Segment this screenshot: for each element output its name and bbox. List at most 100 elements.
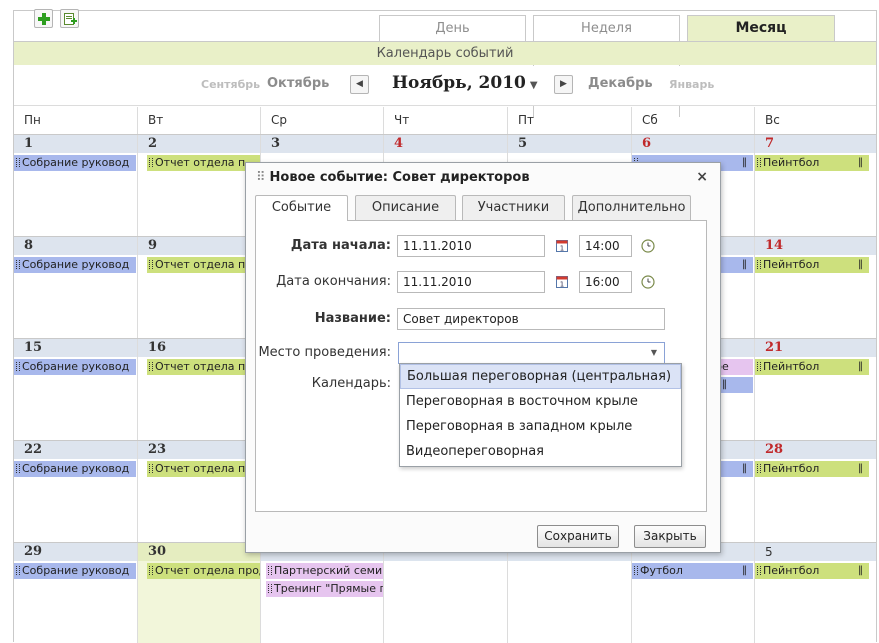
event-seminar[interactable]: Партнерский семин	[266, 563, 383, 579]
weekday-header: Пн Вт Ср Чт Пт Сб Вс	[14, 107, 876, 134]
weekday-tue: Вт	[137, 107, 260, 134]
event-report[interactable]: Отчет отдела п	[147, 155, 260, 171]
current-month-selector[interactable]: Ноябрь, 2010 ▼	[392, 73, 538, 93]
add-event-button[interactable]	[34, 9, 53, 28]
event-meeting[interactable]: Собрание руковод	[14, 563, 136, 579]
calendar-icon[interactable]: 1	[556, 276, 568, 288]
start-time-field[interactable]: 14:00	[579, 235, 632, 257]
event-label: Пейнтбол	[763, 360, 820, 373]
event-meeting[interactable]: Собрание руковод	[14, 155, 136, 171]
day-cell[interactable]: 1	[14, 135, 137, 237]
clock-icon[interactable]	[641, 239, 655, 253]
pause-icon: ‖	[858, 157, 863, 168]
day-cell[interactable]: 22	[14, 441, 137, 543]
event-report[interactable]: Отчет отдела прод	[147, 563, 260, 579]
event-meeting[interactable]: Собрание руковод	[14, 257, 136, 273]
event-report[interactable]: Отчет отдела п	[147, 461, 260, 477]
chevron-left-icon: ◀	[356, 79, 363, 89]
tab-event[interactable]: Событие	[255, 195, 348, 221]
weekday-sat: Сб	[631, 107, 754, 134]
day-cell-today[interactable]: 30	[137, 543, 260, 643]
place-option[interactable]: Переговорная в западном крыле	[400, 414, 681, 439]
next-month-button[interactable]: ▶	[554, 75, 573, 94]
day-cell[interactable]: 7	[754, 135, 876, 237]
tab-month[interactable]: Месяц	[687, 15, 835, 41]
tab-description[interactable]: Описание	[355, 195, 456, 220]
pause-icon: ‖	[742, 463, 747, 474]
place-option[interactable]: Переговорная в восточном крыле	[400, 389, 681, 414]
tab-additional[interactable]: Дополнительно	[572, 195, 691, 220]
event-meeting[interactable]: Собрание руковод	[14, 461, 136, 477]
nav-next2-month[interactable]: Январь	[669, 78, 714, 91]
pause-icon: ‖	[858, 259, 863, 270]
drag-handle-icon[interactable]: ⠿	[256, 170, 266, 185]
day-cell[interactable]	[507, 543, 631, 643]
event-paintball[interactable]: Пейнтбол ‖	[755, 461, 869, 477]
event-paintball[interactable]: Пейнтбол ‖	[755, 257, 869, 273]
start-date-field[interactable]: 11.11.2010	[397, 235, 545, 257]
day-number: 22	[14, 441, 137, 459]
weekday-thu: Чт	[383, 107, 507, 134]
day-cell[interactable]: 29	[14, 543, 137, 643]
weekday-wed: Ср	[260, 107, 383, 134]
day-cell[interactable]: 2	[137, 135, 260, 237]
place-option[interactable]: Видеопереговорная	[400, 439, 681, 464]
close-button[interactable]: Закрыть	[634, 525, 706, 548]
calendar-label: Календарь:	[311, 376, 391, 391]
day-cell[interactable]: 23	[137, 441, 260, 543]
event-paintball[interactable]: Пейнтбол ‖	[755, 563, 869, 579]
event-label: Пейнтбол	[763, 462, 820, 475]
day-cell[interactable]: 28	[754, 441, 876, 543]
day-cell[interactable]: 16	[137, 339, 260, 441]
day-number: 5	[508, 135, 631, 153]
close-icon[interactable]: ×	[696, 163, 708, 192]
event-label: Пейнтбол	[763, 258, 820, 271]
add-document-button[interactable]	[60, 9, 79, 28]
save-button[interactable]: Сохранить	[537, 525, 619, 548]
weekday-mon: Пн	[24, 113, 41, 127]
nav-next-month[interactable]: Декабрь	[588, 76, 653, 91]
event-training[interactable]: Тренинг "Прямые п	[266, 581, 383, 597]
day-cell[interactable]: 9	[137, 237, 260, 339]
clock-icon[interactable]	[641, 275, 655, 289]
name-field[interactable]: Совет директоров	[397, 308, 665, 330]
day-cell[interactable]	[383, 543, 507, 643]
day-number: 4	[384, 135, 507, 153]
nav-prev2-month[interactable]: Сентябрь	[201, 78, 260, 91]
prev-month-button[interactable]: ◀	[350, 75, 369, 94]
current-month-label: Ноябрь, 2010	[392, 73, 526, 93]
tab-participants[interactable]: Участники	[462, 195, 565, 220]
dialog-header[interactable]: ⠿ Новое событие: Совет директоров ×	[246, 163, 720, 193]
event-meeting[interactable]: Собрание руковод	[14, 359, 136, 375]
place-option[interactable]: Большая переговорная (центральная)	[400, 364, 681, 389]
day-number: 14	[755, 237, 876, 255]
event-report[interactable]: Отчет отдела п	[147, 359, 260, 375]
calendar-icon[interactable]: 1	[556, 240, 568, 252]
svg-text:1: 1	[560, 281, 564, 289]
day-number: 23	[138, 441, 260, 459]
event-paintball[interactable]: Пейнтбол ‖	[755, 359, 869, 375]
end-date-field[interactable]: 11.11.2010	[397, 271, 545, 293]
svg-text:1: 1	[560, 245, 564, 253]
chevron-down-icon: ▼	[529, 80, 538, 91]
nav-prev-month[interactable]: Октябрь	[267, 76, 329, 91]
weekday-sun: Вс	[754, 107, 876, 134]
day-cell[interactable]: 8	[14, 237, 137, 339]
day-number: 5	[755, 543, 876, 561]
day-cell[interactable]: 14	[754, 237, 876, 339]
event-report[interactable]: Отчет отдела п	[147, 257, 260, 273]
end-time-field[interactable]: 16:00	[579, 271, 632, 293]
event-football[interactable]: Футбол ‖	[632, 563, 753, 579]
new-event-dialog: ⠿ Новое событие: Совет директоров × Событ…	[245, 162, 721, 553]
day-cell[interactable]: 5	[754, 543, 876, 643]
month-navigation: Сентябрь Октябрь ◀ Ноябрь, 2010 ▼ ▶ Декаб…	[14, 66, 876, 106]
place-dropdown-list: Большая переговорная (центральная) Перег…	[399, 363, 682, 467]
day-cell[interactable]: 21	[754, 339, 876, 441]
place-select[interactable]: ▼	[398, 342, 665, 364]
day-number: 15	[14, 339, 137, 357]
day-number: 7	[755, 135, 876, 153]
day-cell[interactable]	[631, 543, 754, 643]
day-cell[interactable]: 15	[14, 339, 137, 441]
event-paintball[interactable]: Пейнтбол ‖	[755, 155, 869, 171]
tab-day[interactable]: День	[379, 15, 526, 41]
